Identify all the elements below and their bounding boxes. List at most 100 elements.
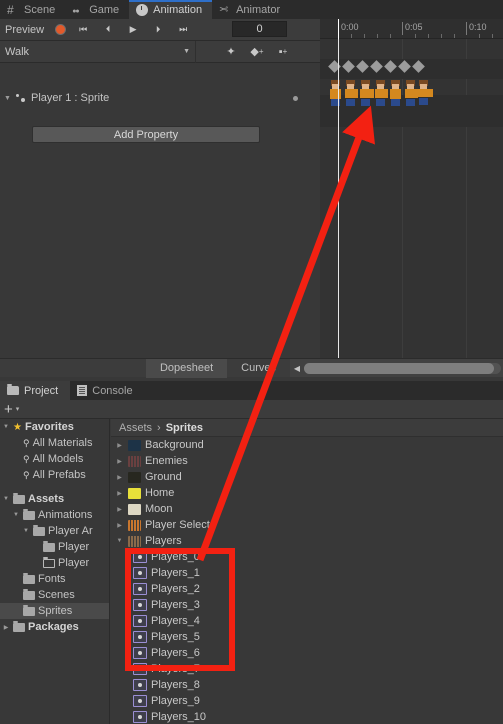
foldout-icon[interactable]: ▶ (2, 624, 10, 631)
asset-row-players_0[interactable]: Players_0 (111, 549, 503, 565)
tree-item-all-materials[interactable]: ⚲ All Materials (0, 435, 109, 451)
tab-animation[interactable]: Animation (129, 0, 213, 19)
breadcrumb-root[interactable]: Assets (119, 422, 152, 434)
last-frame-button[interactable]: ⏭ (170, 21, 195, 39)
asset-label: Players_8 (151, 679, 200, 691)
asset-row-ground[interactable]: ▶ Ground (111, 469, 503, 485)
asset-row-players[interactable]: ▼ Players (111, 533, 503, 549)
asset-label: Enemies (145, 455, 188, 467)
tree-item-scenes[interactable]: Scenes (0, 587, 109, 603)
timeline-body[interactable] (320, 39, 503, 358)
first-frame-button[interactable]: ⏮ (70, 21, 95, 39)
clip-dropdown[interactable]: Walk ▼ (0, 40, 196, 63)
folder-icon (33, 524, 45, 536)
tab-dopesheet[interactable]: Dopesheet (145, 358, 228, 378)
folder-icon (7, 384, 19, 395)
property-label: Player 1 : Sprite (31, 92, 110, 104)
asset-row-players_9[interactable]: Players_9 (111, 693, 503, 709)
foldout-icon[interactable]: ▶ (115, 458, 124, 465)
tree-item-sprites[interactable]: Sprites (0, 603, 109, 619)
asset-row-players_4[interactable]: Players_4 (111, 613, 503, 629)
foldout-icon[interactable]: ▼ (12, 512, 20, 518)
asset-label: Ground (145, 471, 182, 483)
add-keyframe-icon[interactable]: ✦ (218, 41, 244, 63)
create-chevron-down-icon[interactable]: ▾ (16, 405, 20, 413)
asset-row-players_3[interactable]: Players_3 (111, 597, 503, 613)
tree-item-animations[interactable]: ▼ Animations (0, 507, 109, 523)
tree-item-assets[interactable]: ▼ Assets (0, 491, 109, 507)
asset-row-home[interactable]: ▶ Home (111, 485, 503, 501)
scrollbar-thumb[interactable] (304, 362, 494, 374)
next-frame-button[interactable]: ⏵ (145, 21, 170, 39)
tree-item-label: Animations (38, 509, 93, 521)
sprite-sheet-icon (128, 455, 141, 467)
asset-row-players_6[interactable]: Players_6 (111, 645, 503, 661)
tree-item-all-prefabs[interactable]: ⚲ All Prefabs (0, 467, 109, 483)
timeline-ruler[interactable]: 0:00 0:05 0:10 (320, 19, 503, 39)
project-tree[interactable]: ▼ ★ Favorites ⚲ All Materials ⚲ All Models ⚲ All… (0, 419, 110, 724)
foldout-icon[interactable]: ▼ (4, 95, 13, 102)
asset-row-player-select[interactable]: ▶ Player Select (111, 517, 503, 533)
foldout-icon[interactable]: ▶ (115, 474, 124, 481)
tab-project[interactable]: Project (0, 381, 71, 400)
scroll-left-icon[interactable]: ◀ (290, 364, 304, 373)
timeline-playhead[interactable] (338, 39, 339, 358)
asset-row-players_10[interactable]: Players_10 (111, 709, 503, 724)
add-property-button[interactable]: Add Property (32, 126, 260, 143)
sprite-preview-strip (328, 78, 433, 108)
tree-item-packages[interactable]: ▶ Packages (0, 619, 109, 635)
add-event-icon[interactable]: ◆ + (244, 41, 270, 63)
ruler-label: 0:10 (466, 22, 487, 35)
tree-item-label: Scenes (38, 589, 75, 601)
tree-item-player[interactable]: Player (0, 555, 109, 571)
project-asset-list[interactable]: Assets › Sprites ▶ Background ▶ Enemies ▶ Gro… (111, 419, 503, 724)
tree-item-label: Player (58, 557, 90, 569)
property-row-player1-sprite[interactable]: ▼ Player 1 : Sprite (0, 88, 320, 108)
tree-item-player-ar[interactable]: ▼ Player Ar (0, 523, 109, 539)
preview-label[interactable]: Preview (0, 24, 50, 36)
asset-row-players_8[interactable]: Players_8 (111, 677, 503, 693)
foldout-icon[interactable]: ▼ (115, 538, 124, 544)
tab-game[interactable]: Game (65, 0, 129, 19)
sprite-frames-icon (330, 80, 433, 106)
foldout-icon[interactable]: ▶ (115, 490, 124, 497)
tab-scene[interactable]: Scene (0, 0, 65, 19)
tab-curves[interactable]: Curves (227, 359, 290, 378)
foldout-icon[interactable]: ▶ (115, 506, 124, 513)
asset-row-enemies[interactable]: ▶ Enemies (111, 453, 503, 469)
add-marker-icon[interactable]: ▪ + (270, 41, 296, 63)
game-controller-icon (72, 4, 84, 16)
timeline-horizontal-scrollbar[interactable]: ◀ (290, 358, 503, 377)
foldout-icon[interactable]: ▶ (115, 442, 124, 449)
play-button[interactable]: ▶ (120, 21, 145, 39)
tree-item-fonts[interactable]: Fonts (0, 571, 109, 587)
foldout-icon[interactable]: ▼ (2, 424, 10, 430)
record-button[interactable] (50, 22, 70, 38)
foldout-icon[interactable]: ▶ (115, 522, 124, 529)
tree-item-all-models[interactable]: ⚲ All Models (0, 451, 109, 467)
prev-frame-button[interactable]: ⏴ (95, 21, 120, 39)
create-button[interactable]: + (4, 402, 13, 417)
dopesheet-curves-bar: Dopesheet Curves (0, 358, 290, 378)
foldout-icon[interactable]: ▼ (2, 496, 10, 502)
tree-item-favorites[interactable]: ▼ ★ Favorites (0, 419, 109, 435)
asset-label: Players_9 (151, 695, 200, 707)
asset-row-background[interactable]: ▶ Background (111, 437, 503, 453)
tree-item-player[interactable]: Player (0, 539, 109, 555)
asset-row-players_5[interactable]: Players_5 (111, 629, 503, 645)
tab-animator[interactable]: Animator (212, 0, 290, 19)
asset-row-players_1[interactable]: Players_1 (111, 565, 503, 581)
timeline-playhead-top (338, 19, 339, 39)
folder-icon (43, 540, 55, 552)
asset-row-players_2[interactable]: Players_2 (111, 581, 503, 597)
sprite-asset-icon (133, 615, 147, 627)
frame-number-input[interactable]: 0 (232, 21, 287, 37)
property-list-panel: ▼ Player 1 : Sprite Add Property (0, 63, 320, 358)
asset-row-moon[interactable]: ▶ Moon (111, 501, 503, 517)
property-options-dot-icon[interactable] (293, 96, 298, 101)
tree-item-label: All Models (32, 453, 84, 465)
asset-row-players_7[interactable]: Players_7 (111, 661, 503, 677)
foldout-icon[interactable]: ▼ (22, 528, 30, 534)
scrollbar-track[interactable] (304, 362, 501, 374)
tab-console[interactable]: Console (70, 381, 144, 400)
